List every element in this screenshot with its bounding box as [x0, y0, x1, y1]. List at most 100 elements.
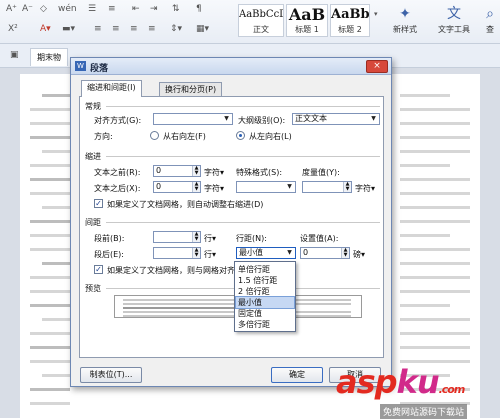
space-before-label: 段前(B):: [94, 234, 125, 243]
outline-level-label: 大纲级别(O):: [238, 116, 286, 125]
document-tab-label: 期末物: [37, 53, 61, 62]
document-text-line: [30, 164, 70, 167]
space-before-unit[interactable]: 行▾: [204, 233, 216, 244]
indent-after-spinner-icon[interactable]: ▲ ▼: [192, 182, 200, 192]
line-spacing-option[interactable]: 最小值: [235, 296, 295, 309]
indent-grid-label[interactable]: 如果定义了文档网格，则自动调整右缩进(D): [107, 199, 263, 210]
style-heading-2[interactable]: AaBb( 标题 2: [330, 4, 370, 37]
document-text-line: [400, 332, 470, 335]
setting-value-spinner-icon[interactable]: ▲ ▼: [341, 248, 349, 258]
style-heading-1-label: 标题 1: [295, 25, 319, 34]
document-tab[interactable]: 期末物: [30, 48, 68, 66]
tab-indent-spacing[interactable]: 缩进和间距(I): [81, 80, 142, 97]
line-spacing-icon[interactable]: ⇕▾: [170, 24, 182, 34]
line-spacing-option[interactable]: 1.5 倍行距: [236, 275, 294, 286]
ok-button[interactable]: 确定: [271, 367, 323, 383]
special-format-select[interactable]: ▼: [236, 181, 296, 193]
line-spacing-select[interactable]: 最小值 ▼: [236, 247, 296, 259]
section-indent-divider: [106, 156, 380, 157]
tab-line-page-breaks[interactable]: 换行和分页(P): [159, 82, 223, 97]
dialog-app-icon: W: [75, 61, 86, 71]
setting-value-unit[interactable]: 磅▾: [353, 249, 365, 260]
indent-before-input[interactable]: 0 ▲ ▼: [153, 165, 201, 177]
indent-before-unit[interactable]: 字符▾: [204, 167, 224, 178]
spacing-grid-label[interactable]: 如果定义了文档网格，则与网格对齐: [107, 265, 235, 276]
shading-icon[interactable]: ▦▾: [196, 24, 209, 34]
direction-ltr-radio[interactable]: [236, 131, 245, 140]
direction-ltr-label[interactable]: 从左向右(L): [249, 131, 292, 142]
numbered-list-icon[interactable]: ≡: [108, 4, 116, 14]
style-normal[interactable]: AaBbCcD 正文: [238, 4, 284, 37]
indent-after-value: 0: [156, 182, 162, 191]
space-after-unit[interactable]: 行▾: [204, 249, 216, 260]
line-spacing-chevron-down-icon: ▼: [287, 249, 292, 256]
clear-format-icon[interactable]: ◇: [40, 4, 47, 14]
style-heading-1-sample: AaB: [288, 5, 326, 24]
dialog-titlebar[interactable]: W 段落 ×: [71, 58, 391, 75]
measure-spinner-icon[interactable]: ▲ ▼: [343, 182, 351, 192]
section-spacing-title: 间距: [85, 218, 101, 227]
document-text-line: [30, 136, 70, 139]
text-tools-button[interactable]: 文 文字工具: [432, 4, 476, 35]
measure-unit[interactable]: 字符▾: [355, 183, 375, 194]
show-marks-icon[interactable]: ¶: [196, 4, 202, 14]
direction-rtl-label[interactable]: 从右向左(F): [163, 131, 206, 142]
watermark-logo-a: asp: [336, 363, 398, 401]
align-right-icon[interactable]: ≡: [130, 24, 138, 34]
indent-after-label: 文本之后(X):: [94, 184, 141, 193]
indent-after-unit[interactable]: 字符▾: [204, 183, 224, 194]
alignment-select[interactable]: ▼: [153, 113, 233, 125]
home-tab-icon[interactable]: ▣: [10, 50, 19, 60]
new-style-button[interactable]: ✦ 新样式: [388, 4, 422, 35]
spacing-grid-checkbox[interactable]: ✓: [94, 265, 103, 274]
font-size-increase-icon[interactable]: A⁺: [6, 4, 17, 14]
space-before-input[interactable]: ▲ ▼: [153, 231, 201, 243]
close-button[interactable]: ×: [366, 60, 388, 73]
direction-rtl-radio[interactable]: [150, 131, 159, 140]
alignment-chevron-down-icon: ▼: [224, 115, 229, 122]
document-text-line: [30, 402, 70, 405]
document-text-line: [400, 290, 470, 293]
space-after-spinner-icon[interactable]: ▲ ▼: [192, 248, 200, 258]
outdent-icon[interactable]: ⇤: [132, 4, 140, 14]
find-button[interactable]: ⌕ 查: [480, 4, 500, 35]
measure-label: 度量值(Y):: [302, 168, 340, 177]
align-center-icon[interactable]: ≡: [112, 24, 120, 34]
tabs-button[interactable]: 制表位(T)...: [80, 367, 142, 383]
watermark-logo: aspku.com: [336, 363, 465, 401]
outline-level-select[interactable]: 正文文本 ▼: [292, 113, 380, 125]
justify-icon[interactable]: ≡: [148, 24, 156, 34]
styles-scroll-icon[interactable]: ▾: [374, 10, 378, 18]
indent-after-input[interactable]: 0 ▲ ▼: [153, 181, 201, 193]
line-spacing-option[interactable]: 单倍行距: [236, 264, 294, 275]
highlight-icon[interactable]: ▬▾: [62, 24, 75, 34]
sort-icon[interactable]: ⇅: [172, 4, 180, 14]
setting-value-input[interactable]: 0 ▲ ▼: [300, 247, 350, 259]
style-heading-1[interactable]: AaB 标题 1: [286, 4, 328, 37]
watermark-caption: 免费网站源码下载站: [380, 404, 468, 419]
space-before-spinner-icon[interactable]: ▲ ▼: [192, 232, 200, 242]
line-spacing-option[interactable]: 多倍行距: [236, 319, 294, 330]
pinyin-icon[interactable]: wén: [58, 4, 77, 14]
section-spacing-divider: [106, 222, 380, 223]
superscript-icon[interactable]: X²: [8, 24, 18, 34]
document-text-line: [30, 276, 70, 279]
find-icon: ⌕: [486, 6, 494, 22]
indent-before-spinner-icon[interactable]: ▲ ▼: [192, 166, 200, 176]
measure-input[interactable]: ▲ ▼: [302, 181, 352, 193]
space-after-input[interactable]: ▲ ▼: [153, 247, 201, 259]
section-indent-title: 缩进: [85, 152, 101, 161]
indent-grid-checkbox[interactable]: ✓: [94, 199, 103, 208]
font-color-icon[interactable]: A▾: [40, 24, 51, 34]
align-left-icon[interactable]: ≡: [94, 24, 102, 34]
document-text-line: [400, 178, 470, 181]
indent-before-label: 文本之前(R):: [94, 168, 141, 177]
document-text-line: [400, 318, 470, 321]
document-text-line: [30, 122, 70, 125]
line-spacing-option[interactable]: 2 倍行距: [236, 286, 294, 297]
list-icon[interactable]: ☰: [88, 4, 96, 14]
indent-icon[interactable]: ⇥: [150, 4, 158, 14]
document-text-line: [400, 220, 470, 223]
line-spacing-option[interactable]: 固定值: [236, 308, 294, 319]
font-size-decrease-icon[interactable]: A⁻: [22, 4, 33, 14]
